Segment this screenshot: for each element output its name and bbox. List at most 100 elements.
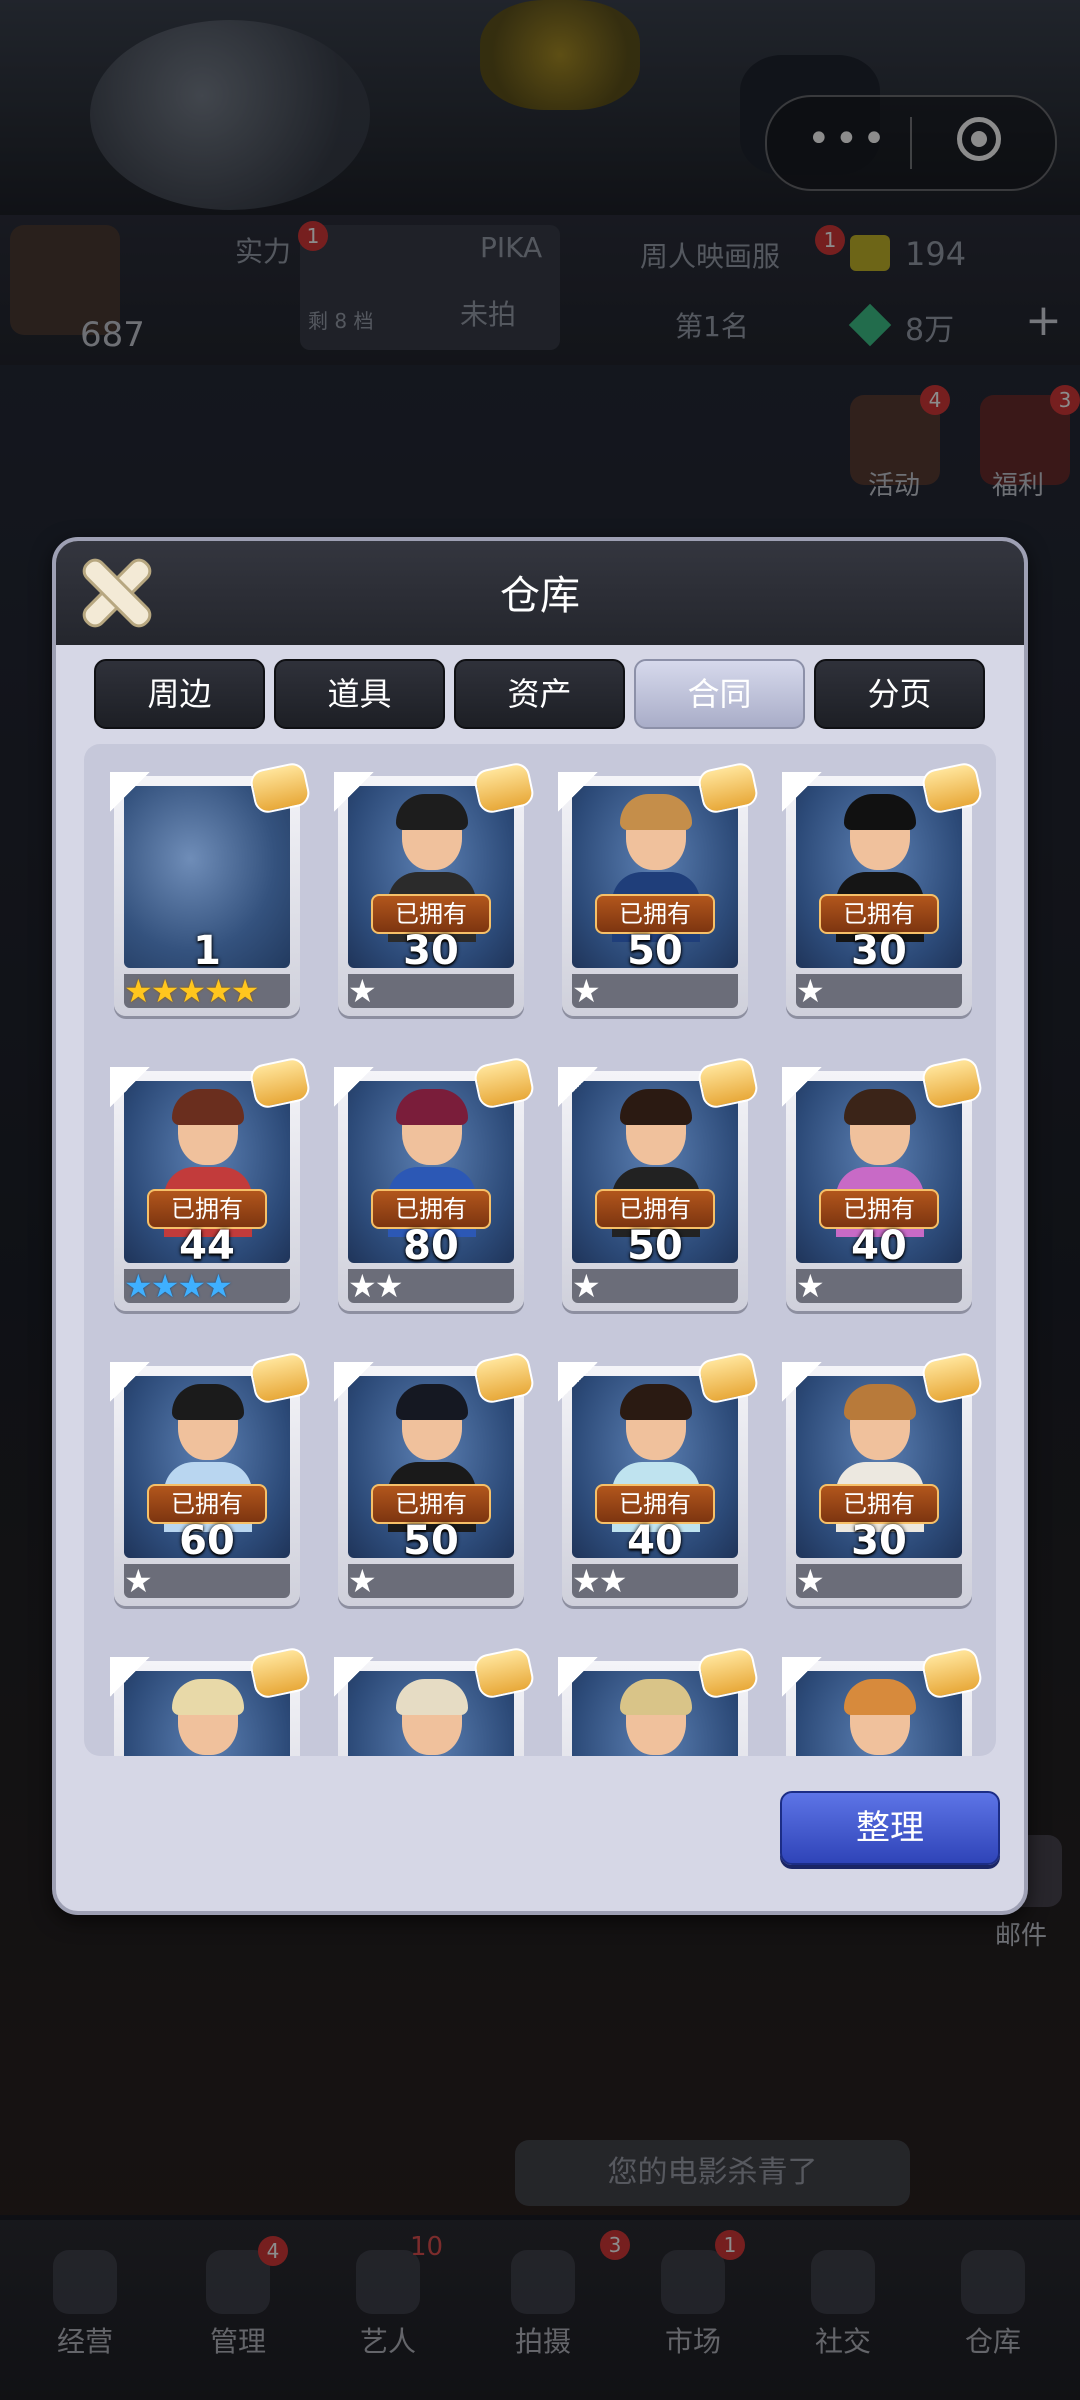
contract-card[interactable] bbox=[334, 1645, 536, 1756]
artist-avatar bbox=[612, 1679, 700, 1756]
page-curl-icon bbox=[782, 1362, 822, 1402]
star-icon: ★ bbox=[348, 1267, 377, 1305]
contract-card[interactable]: 已拥有 80 ★★ bbox=[334, 1055, 536, 1311]
contract-card[interactable]: 已拥有 40 ★★ bbox=[558, 1350, 760, 1606]
star-icon: ★ bbox=[230, 972, 260, 1010]
page-curl-icon bbox=[110, 1362, 150, 1402]
contract-card[interactable]: 已拥有 50 ★ bbox=[558, 760, 760, 1016]
star-icon: ★ bbox=[124, 972, 153, 1010]
star-icon: ★ bbox=[572, 972, 601, 1010]
contract-card[interactable]: 1 ★★★★★ bbox=[110, 760, 312, 1016]
tab-bar: 周边 道具 资产 合同 分页 bbox=[94, 659, 994, 729]
close-icon[interactable] bbox=[80, 557, 152, 629]
star-icon: ★ bbox=[124, 1562, 153, 1600]
puzzle-piece-icon bbox=[696, 1645, 760, 1701]
tab-contracts[interactable]: 合同 bbox=[634, 659, 805, 729]
artist-avatar bbox=[836, 1679, 924, 1756]
contract-card[interactable]: 已拥有 30 ★ bbox=[334, 760, 536, 1016]
contract-card[interactable] bbox=[110, 1645, 312, 1756]
star-rating: ★★ bbox=[572, 1565, 627, 1597]
star-icon: ★ bbox=[796, 1267, 825, 1305]
page-curl-icon bbox=[334, 1362, 374, 1402]
contract-card[interactable]: 已拥有 30 ★ bbox=[782, 1350, 984, 1606]
puzzle-piece-icon bbox=[472, 1055, 536, 1111]
star-rating: ★ bbox=[572, 975, 601, 1007]
star-rating: ★ bbox=[796, 1565, 825, 1597]
star-rating: ★ bbox=[796, 1270, 825, 1302]
card-count: 40 bbox=[627, 1518, 683, 1564]
star-icon: ★ bbox=[177, 1267, 206, 1305]
page-curl-icon bbox=[110, 772, 150, 812]
star-icon: ★ bbox=[150, 1267, 180, 1305]
puzzle-piece-icon bbox=[472, 1645, 536, 1701]
star-rating: ★ bbox=[796, 975, 825, 1007]
puzzle-piece-icon bbox=[920, 1350, 984, 1406]
contract-card[interactable]: 已拥有 60 ★ bbox=[110, 1350, 312, 1606]
star-icon: ★ bbox=[598, 1562, 628, 1600]
artist-avatar bbox=[164, 1679, 252, 1756]
card-count: 60 bbox=[179, 1518, 235, 1564]
star-icon: ★ bbox=[177, 972, 206, 1010]
card-count: 80 bbox=[403, 1223, 459, 1269]
card-count: 1 bbox=[193, 928, 221, 974]
tab-items[interactable]: 道具 bbox=[274, 659, 445, 729]
contract-card[interactable]: 已拥有 44 ★★★★ bbox=[110, 1055, 312, 1311]
artist-avatar bbox=[388, 1679, 476, 1756]
star-rating: ★ bbox=[572, 1270, 601, 1302]
card-count: 50 bbox=[627, 1223, 683, 1269]
puzzle-piece-icon bbox=[248, 760, 312, 816]
star-icon: ★ bbox=[374, 1267, 404, 1305]
contract-grid: 1 ★★★★★ 已拥有 30 ★ 已拥有 50 ★ 已拥有 30 ★ 已拥有 44 ★★★★ 已拥有 80 ★★… bbox=[84, 744, 996, 1756]
puzzle-piece-icon bbox=[248, 1055, 312, 1111]
contract-card[interactable] bbox=[558, 1645, 760, 1756]
puzzle-piece-icon bbox=[472, 760, 536, 816]
puzzle-piece-icon bbox=[248, 1350, 312, 1406]
star-icon: ★ bbox=[150, 972, 180, 1010]
page-curl-icon bbox=[110, 1657, 150, 1697]
contract-card[interactable]: 已拥有 50 ★ bbox=[334, 1350, 536, 1606]
tab-merch[interactable]: 周边 bbox=[94, 659, 265, 729]
sort-button[interactable]: 整理 bbox=[780, 1791, 1000, 1865]
card-count: 30 bbox=[851, 1518, 907, 1564]
card-count: 50 bbox=[627, 928, 683, 974]
star-icon: ★ bbox=[124, 1267, 153, 1305]
page-curl-icon bbox=[110, 1067, 150, 1107]
page-curl-icon bbox=[334, 1657, 374, 1697]
page-curl-icon bbox=[558, 1362, 598, 1402]
star-icon: ★ bbox=[348, 1562, 377, 1600]
star-rating: ★ bbox=[348, 975, 377, 1007]
star-icon: ★ bbox=[796, 972, 825, 1010]
modal-title: 仓库 bbox=[500, 573, 580, 619]
puzzle-piece-icon bbox=[920, 1055, 984, 1111]
star-rating: ★★ bbox=[348, 1270, 403, 1302]
tab-pages[interactable]: 分页 bbox=[814, 659, 985, 729]
puzzle-piece-icon bbox=[696, 760, 760, 816]
contract-card[interactable]: 已拥有 30 ★ bbox=[782, 760, 984, 1016]
page-curl-icon bbox=[334, 1067, 374, 1107]
star-icon: ★ bbox=[572, 1267, 601, 1305]
card-count: 30 bbox=[403, 928, 459, 974]
star-icon: ★ bbox=[204, 972, 233, 1010]
star-icon: ★ bbox=[348, 972, 377, 1010]
tab-assets[interactable]: 资产 bbox=[454, 659, 625, 729]
page-curl-icon bbox=[782, 1067, 822, 1107]
page-curl-icon bbox=[558, 1067, 598, 1107]
page-curl-icon bbox=[782, 1657, 822, 1697]
warehouse-modal: 仓库 周边 道具 资产 合同 分页 1 ★★★★★ 已拥有 30 ★ 已拥有 50 ★ 已拥有 3… bbox=[52, 537, 1028, 1915]
star-rating: ★★★★ bbox=[124, 1270, 233, 1302]
puzzle-piece-icon bbox=[920, 760, 984, 816]
contract-card[interactable]: 已拥有 50 ★ bbox=[558, 1055, 760, 1311]
puzzle-piece-icon bbox=[696, 1055, 760, 1111]
contract-card[interactable]: 已拥有 40 ★ bbox=[782, 1055, 984, 1311]
star-icon: ★ bbox=[204, 1267, 233, 1305]
star-icon: ★ bbox=[572, 1562, 601, 1600]
star-icon: ★ bbox=[796, 1562, 825, 1600]
contract-card[interactable] bbox=[782, 1645, 984, 1756]
card-count: 40 bbox=[851, 1223, 907, 1269]
card-count: 50 bbox=[403, 1518, 459, 1564]
puzzle-piece-icon bbox=[696, 1350, 760, 1406]
page-curl-icon bbox=[334, 772, 374, 812]
card-count: 44 bbox=[179, 1223, 235, 1269]
page-curl-icon bbox=[558, 772, 598, 812]
puzzle-piece-icon bbox=[472, 1350, 536, 1406]
